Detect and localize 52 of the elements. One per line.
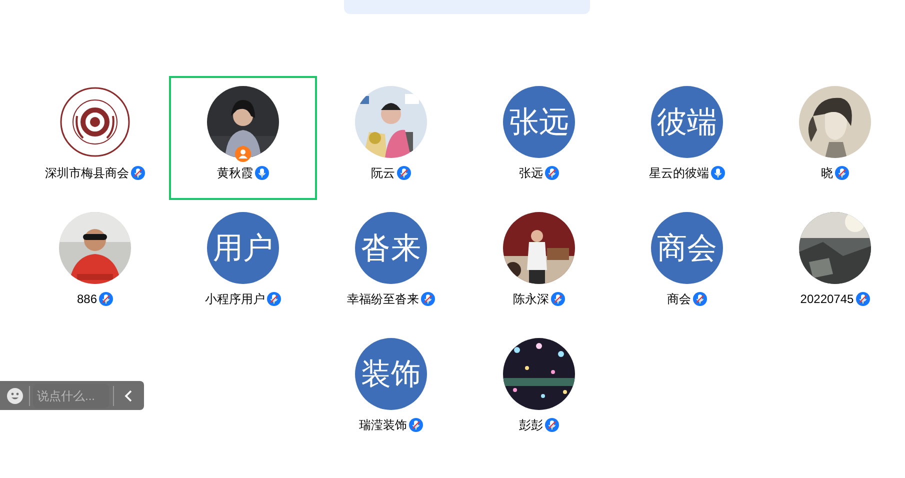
participant-tile[interactable]: 彭彭 [465,328,613,452]
participant-tile[interactable]: 彼端 星云的彼端 [613,76,761,200]
participant-name: 星云的彼端 [649,165,709,181]
muted-mic-icon[interactable] [545,166,559,180]
muted-mic-icon[interactable] [551,292,565,306]
initials-avatar: 商会 [651,212,723,284]
participant-name: 20220745 [800,291,854,307]
participant-tile[interactable]: 装饰 瑞滢装饰 [317,328,465,452]
participant-tile[interactable]: 沓来 幸福纷至沓来 [317,202,465,326]
muted-mic-icon[interactable] [693,292,707,306]
participant-tile[interactable]: 黄秋霞 [169,76,317,200]
participant-name: 深圳市梅县商会 [45,165,129,181]
seal-logo-icon [59,86,131,158]
participant-tile[interactable]: 20220745 [761,202,905,326]
participant-name: 阮云 [371,165,395,181]
muted-mic-icon[interactable] [99,292,114,306]
initials-avatar: 沓来 [355,212,427,284]
chevron-left-icon [124,390,134,402]
participant-name: 瑞滢装饰 [359,417,407,433]
participant-tile[interactable]: 商会 商会 [613,202,761,326]
initials-avatar: 用户 [207,212,279,284]
participant-tile[interactable]: 深圳市梅县商会 [21,76,169,200]
initials-avatar: 装饰 [355,338,427,410]
participant-tile[interactable]: 陈永深 [465,202,613,326]
participant-tile[interactable]: 用户 小程序用户 [169,202,317,326]
muted-mic-icon[interactable] [545,418,559,432]
participant-name: 商会 [667,291,691,307]
chat-input-field[interactable]: 说点什么... [33,384,109,408]
muted-mic-icon[interactable] [397,166,411,180]
muted-mic-icon[interactable] [267,292,281,306]
emoji-icon[interactable] [7,388,23,404]
participant-tile[interactable]: 阮云 [317,76,465,200]
participant-name: 陈永深 [513,291,549,307]
participant-name: 886 [76,291,98,307]
muted-mic-icon[interactable] [835,166,849,180]
muted-mic-icon[interactable] [131,166,145,180]
participant-tile[interactable]: 886 [21,202,169,326]
participant-tile[interactable]: 张远 张远 [465,76,613,200]
muted-mic-icon[interactable] [409,418,423,432]
mic-icon[interactable] [255,166,269,180]
initials-avatar: 张远 [503,86,575,158]
muted-mic-icon[interactable] [421,292,435,306]
participant-tile[interactable]: 晓 [761,76,905,200]
participant-name: 晓 [821,165,833,181]
participant-name: 黄秋霞 [217,165,253,181]
participant-name: 彭彭 [519,417,543,433]
muted-mic-icon[interactable] [856,292,870,306]
participant-name: 小程序用户 [205,291,265,307]
mic-icon[interactable] [711,166,725,180]
participant-name: 幸福纷至沓来 [347,291,419,307]
participant-name: 张远 [519,165,543,181]
initials-avatar: 彼端 [651,86,723,158]
